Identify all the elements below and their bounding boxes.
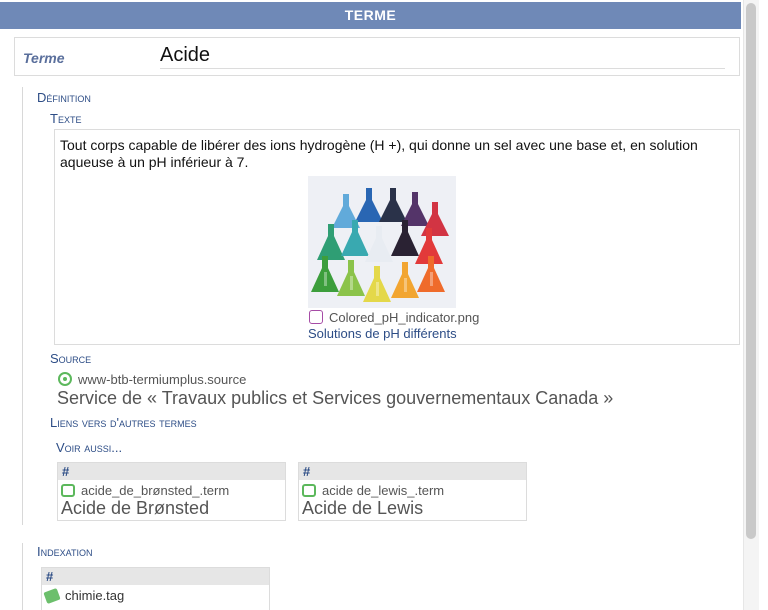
term-value[interactable]: Acide — [160, 44, 210, 67]
definition-section-title: Définition — [37, 90, 91, 105]
source-target-icon — [58, 372, 72, 386]
term-field: Terme Acide — [14, 37, 740, 76]
image-file-name: Colored_pH_indicator.png — [329, 310, 480, 325]
image-file-link[interactable]: Colored_pH_indicator.png — [309, 310, 479, 325]
tag-icon — [43, 587, 61, 605]
source-file-link[interactable]: www-btb-termiumplus.source — [58, 372, 246, 387]
texte-title: Texte — [50, 111, 82, 126]
term-underline — [160, 68, 725, 69]
scrollbar-thumb[interactable] — [746, 3, 756, 539]
source-file-name: www-btb-termiumplus.source — [78, 372, 247, 387]
see-also-title: Voir aussi... — [56, 440, 123, 455]
term-quote-icon — [61, 484, 75, 497]
see-also-file-name: acide de_lewis_.term — [322, 483, 445, 498]
see-also-term-name: Acide de Brønsted — [61, 498, 210, 518]
see-also-term-name: Acide de Lewis — [302, 498, 424, 518]
tag-file-link[interactable]: chimie.tag — [42, 585, 269, 605]
see-also-file-link[interactable]: acide_de_brønsted_.term — [58, 480, 285, 498]
image-file-icon — [309, 310, 323, 324]
see-also-card[interactable]: # acide_de_brønsted_.term Acide de Brøns… — [57, 462, 286, 521]
tag-card[interactable]: # chimie.tag — [41, 567, 270, 610]
see-also-hash: # — [58, 463, 285, 480]
links-section-title: Liens vers d'autres termes — [50, 415, 197, 430]
source-title: Source — [50, 351, 92, 366]
indexation-section-rule — [22, 543, 23, 610]
tag-hash: # — [42, 568, 269, 585]
definition-text-box: Tout corps capable de libérer des ions h… — [54, 129, 740, 345]
see-also-card[interactable]: # acide de_lewis_.term Acide de Lewis — [298, 462, 527, 521]
source-name: Service de « Travaux publics et Services… — [57, 388, 614, 408]
term-quote-icon — [302, 484, 316, 497]
page-header: TERME — [0, 2, 741, 29]
definition-text: Tout corps capable de libérer des ions h… — [60, 137, 698, 170]
definition-section-rule — [22, 87, 23, 525]
ph-indicator-image[interactable] — [308, 176, 456, 308]
see-also-file-link[interactable]: acide de_lewis_.term — [299, 480, 526, 498]
tag-file-name: chimie.tag — [65, 588, 125, 603]
image-caption: Solutions de pH différents — [308, 326, 457, 341]
see-also-hash: # — [299, 463, 526, 480]
see-also-file-name: acide_de_brønsted_.term — [81, 483, 230, 498]
term-label: Terme — [23, 50, 65, 66]
indexation-title: Indexation — [37, 544, 93, 559]
